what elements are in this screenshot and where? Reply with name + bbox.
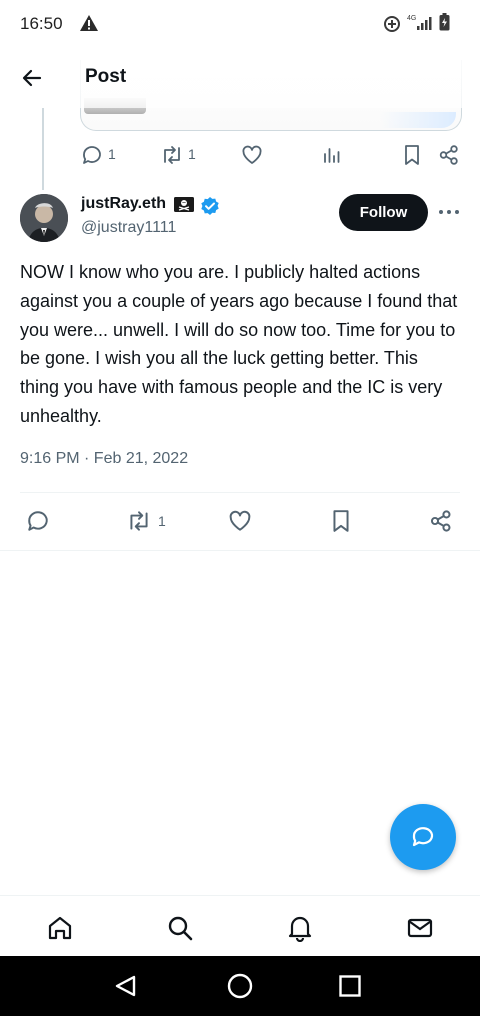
- compose-icon: [410, 825, 436, 849]
- post-timestamp[interactable]: 9:16 PM · Feb 21, 2022: [20, 450, 188, 468]
- network-type-label: 4G: [407, 15, 417, 22]
- display-name[interactable]: justRay.eth: [81, 195, 166, 213]
- back-arrow-icon[interactable]: [20, 66, 44, 90]
- search-icon[interactable]: [166, 914, 194, 942]
- post-action-bar: 1: [0, 506, 480, 536]
- battery-charging-icon: [439, 13, 450, 31]
- home-icon[interactable]: [46, 914, 74, 942]
- bottom-navigation: [0, 895, 480, 957]
- status-time: 16:50: [20, 14, 63, 33]
- messages-icon[interactable]: [406, 914, 434, 942]
- more-icon[interactable]: [438, 208, 460, 216]
- signal-icon: [416, 15, 432, 31]
- like-icon[interactable]: [228, 509, 252, 533]
- nav-home-icon[interactable]: [227, 973, 253, 999]
- like-icon[interactable]: [241, 144, 263, 166]
- post-text: NOW I know who you are. I publicly halte…: [20, 262, 458, 426]
- repost-count: 1: [158, 513, 166, 529]
- user-handle[interactable]: @justray1111: [81, 219, 176, 237]
- data-saver-icon: [383, 15, 401, 33]
- reply-icon[interactable]: [26, 509, 50, 533]
- parent-post-action-bar: 1 1: [0, 140, 480, 170]
- page-title: Post: [85, 66, 127, 87]
- reply-icon[interactable]: [81, 144, 103, 166]
- bookmark-icon[interactable]: [330, 509, 352, 533]
- bookmark-icon[interactable]: [402, 144, 422, 166]
- nav-back-icon[interactable]: [114, 975, 138, 997]
- top-app-bar: [0, 48, 480, 108]
- divider: [0, 550, 480, 551]
- compose-button[interactable]: [390, 804, 456, 870]
- repost-icon[interactable]: [160, 144, 184, 166]
- status-bar: 16:50 4G: [0, 0, 480, 48]
- repost-icon[interactable]: [126, 509, 152, 533]
- share-icon[interactable]: [438, 144, 460, 166]
- pirate-flag-icon: [174, 197, 194, 212]
- share-icon[interactable]: [429, 509, 453, 533]
- divider: [20, 492, 460, 493]
- follow-button[interactable]: Follow: [339, 194, 428, 231]
- reply-count: 1: [108, 146, 116, 162]
- quoted-media-edge: [380, 112, 456, 128]
- notifications-icon[interactable]: [286, 914, 314, 942]
- nav-recents-icon[interactable]: [339, 975, 361, 997]
- repost-count: 1: [188, 146, 196, 162]
- system-navigation-bar: [0, 956, 480, 1016]
- views-icon[interactable]: [322, 145, 342, 165]
- verified-badge-icon[interactable]: [200, 196, 220, 216]
- warning-icon: [79, 14, 99, 32]
- avatar[interactable]: [20, 194, 68, 242]
